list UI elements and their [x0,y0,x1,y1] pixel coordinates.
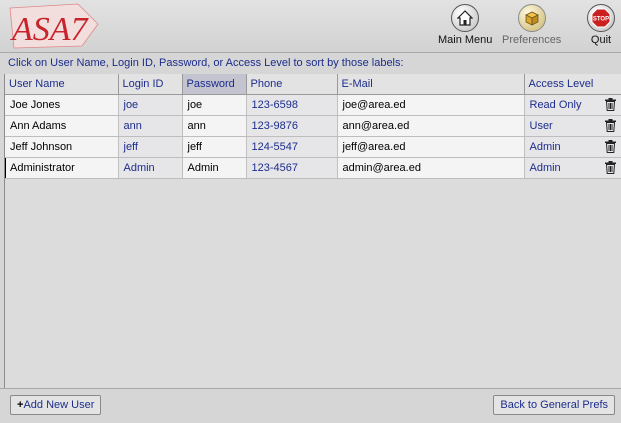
add-new-user-button[interactable]: +Add New User [10,395,102,415]
email-cell-text: ann@area.ed [342,120,410,132]
stop-sign-icon: STOP [587,4,615,32]
preferences-button[interactable]: Preferences [502,4,561,46]
users-table-area: User Name Login ID Password Phone E-Mail… [4,74,621,388]
access-level-cell-text: Admin [529,162,561,174]
quit-button[interactable]: STOP Quit [587,4,615,46]
email-cell-text: jeff@area.ed [342,141,406,153]
login-id-cell-text: jeff [123,141,138,153]
trash-icon[interactable] [604,98,616,111]
phone-cell[interactable]: 123-6598 [246,94,338,116]
password-cell[interactable]: ann [182,115,247,137]
access-level-cell-text: User [529,120,553,132]
password-cell[interactable]: Admin [182,157,247,179]
trash-icon[interactable] [604,140,616,153]
table-row[interactable]: Administrator Admin Admin 123-4567 admin@are… [5,157,621,179]
password-cell-text: ann [187,120,206,132]
table-row[interactable]: Joe Jones joe joe 123-6598 joe@area.ed Read O… [5,94,621,116]
column-header-user-name[interactable]: User Name [5,74,119,95]
column-header-email: E-Mail [337,74,525,95]
login-id-cell[interactable]: jeff [118,136,183,158]
quit-label: Quit [590,34,612,46]
login-id-cell-text: Admin [123,162,155,174]
login-id-cell-text: joe [123,99,139,111]
phone-cell-text: 123-9876 [251,120,299,132]
users-table: User Name Login ID Password Phone E-Mail… [5,74,621,179]
password-cell[interactable]: joe [182,94,247,116]
column-header-login-id[interactable]: Login ID [118,74,183,95]
svg-text:ASA7: ASA7 [10,11,90,48]
login-id-cell[interactable]: joe [118,94,183,116]
trash-icon[interactable] [604,119,616,132]
phone-cell-text: 123-6598 [251,99,299,111]
phone-cell-text: 124-5547 [251,141,299,153]
user-name-cell-text: Ann Adams [10,120,67,132]
access-level-cell[interactable]: Read Only [524,94,621,116]
password-cell-text: jeff [187,141,202,153]
back-to-general-prefs-button[interactable]: Back to General Prefs [493,395,615,415]
phone-cell[interactable]: 124-5547 [246,136,338,158]
user-name-cell: Joe Jones [5,94,119,116]
trash-icon[interactable] [604,161,616,174]
preferences-label: Preferences [502,34,562,46]
access-level-cell[interactable]: User [524,115,621,137]
email-cell[interactable]: jeff@area.ed [337,136,525,158]
bottom-bar: +Add New User Back to General Prefs [0,388,621,423]
main-menu-button[interactable]: Main Menu [438,4,492,46]
phone-cell[interactable]: 123-9876 [246,115,338,137]
add-new-user-label: Add New User [23,399,95,411]
password-cell-text: Admin [187,162,219,174]
email-cell-text: admin@area.ed [342,162,421,174]
access-level-cell[interactable]: Admin [524,157,621,179]
email-cell[interactable]: ann@area.ed [337,115,525,137]
phone-cell-text: 123-4567 [251,162,299,174]
asa7-logo: ASA7 [9,3,99,49]
table-row[interactable]: Ann Adams ann ann 123-9876 ann@area.ed User [5,115,621,137]
user-name-cell-text: Administrator [10,162,75,174]
column-header-password[interactable]: Password [182,74,247,95]
password-cell-text: joe [187,99,203,111]
access-level-cell[interactable]: Admin [524,136,621,158]
login-id-cell[interactable]: Admin [118,157,183,179]
table-row[interactable]: Jeff Johnson jeff jeff 124-5547 jeff@area.ed… [5,136,621,158]
user-name-cell: Jeff Johnson [5,136,119,158]
user-name-cell: Administrator [5,157,119,179]
access-level-cell-text: Read Only [529,99,582,111]
login-id-cell[interactable]: ann [118,115,183,137]
password-cell[interactable]: jeff [182,136,247,158]
top-toolbar: ASA7 Main Menu Preferences STOP Quit [0,0,621,53]
email-cell[interactable]: joe@area.ed [337,94,525,116]
svg-text:STOP: STOP [593,17,609,23]
user-name-cell-text: Jeff Johnson [10,141,73,153]
sort-instructions: Click on User Name, Login ID, Password, … [8,57,404,69]
user-name-cell: Ann Adams [5,115,119,137]
row-selection-marker [5,158,6,178]
email-cell[interactable]: admin@area.ed [337,157,525,179]
main-menu-label: Main Menu [438,34,493,46]
phone-cell[interactable]: 123-4567 [246,157,338,179]
column-header-access-level[interactable]: Access Level [524,74,621,95]
column-header-phone: Phone [246,74,338,95]
login-id-cell-text: ann [123,120,142,132]
house-icon [451,4,480,32]
access-level-cell-text: Admin [529,141,561,153]
email-cell-text: joe@area.ed [342,99,406,111]
box-icon [517,4,546,32]
user-name-cell-text: Joe Jones [10,99,61,111]
table-header-row: User Name Login ID Password Phone E-Mail… [5,74,621,95]
